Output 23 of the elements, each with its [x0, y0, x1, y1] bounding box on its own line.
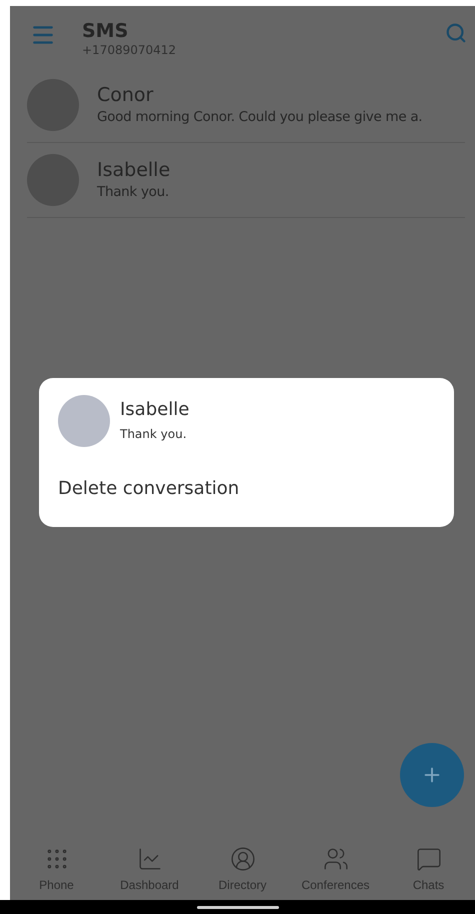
- avatar-photo-placeholder: [27, 154, 79, 206]
- nav-tab[interactable]: Dashboard: [103, 846, 196, 894]
- avatar-photo-placeholder: [58, 395, 110, 447]
- nav-tab[interactable]: Directory: [196, 846, 289, 894]
- chat-bubble-icon: [416, 846, 442, 872]
- conversation-row[interactable]: Isabelle Thank you.: [27, 143, 465, 218]
- message-preview: Good morning Conor. Could you please give me a.: [97, 108, 422, 127]
- screen-title: SMS: [82, 20, 130, 42]
- chart-icon: [136, 846, 162, 872]
- group-icon: [322, 846, 348, 872]
- conversation-row[interactable]: Conor Good morning Conor. Could you please give me a.: [27, 68, 465, 143]
- nav-tab[interactable]: Chats: [382, 846, 475, 894]
- contact-name: Conor: [97, 83, 154, 107]
- nav-tab[interactable]: Conferences: [289, 846, 382, 894]
- contact-name: Isabelle: [120, 398, 190, 422]
- delete-conversation-option[interactable]: Delete conversation: [58, 475, 240, 502]
- avatar-photo-placeholder: [27, 79, 79, 131]
- contact-name: Isabelle: [97, 158, 170, 182]
- message-preview: Thank you.: [97, 183, 170, 202]
- message-preview: Thank you.: [120, 426, 188, 443]
- person-icon: [230, 846, 256, 872]
- search-icon[interactable]: [445, 22, 467, 44]
- nav-tab[interactable]: Phone: [10, 846, 103, 894]
